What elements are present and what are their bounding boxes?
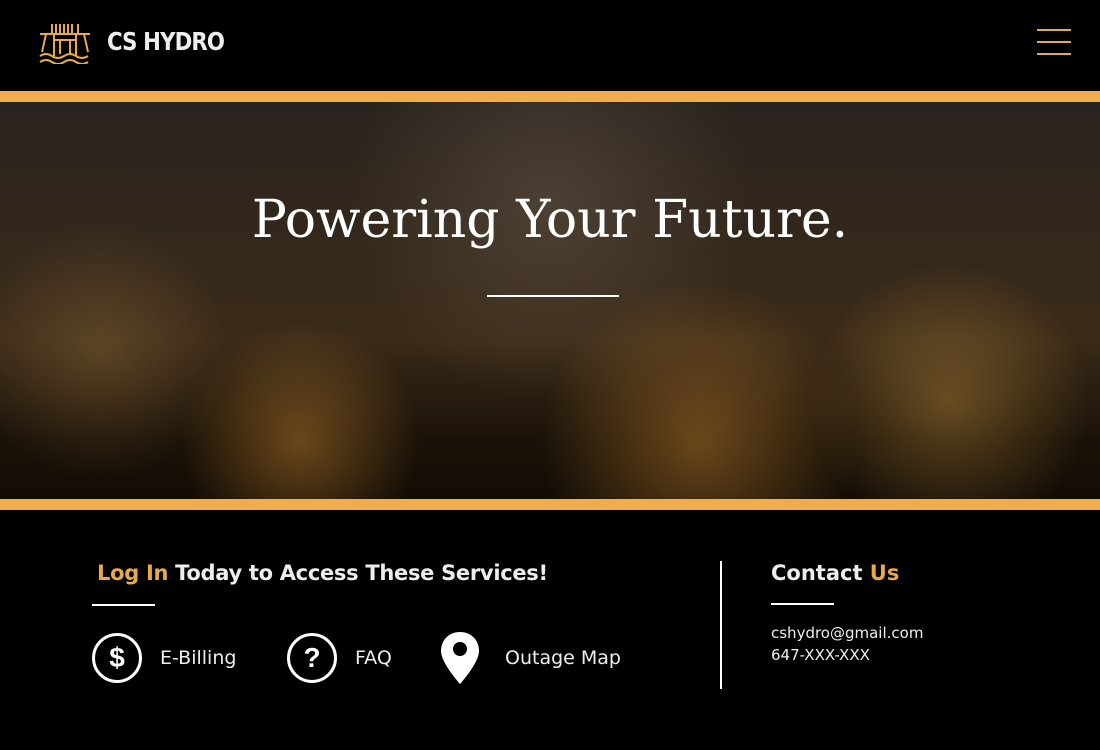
accent-bar-top <box>0 91 1100 102</box>
question-icon: ? <box>287 633 337 683</box>
service-outage-map[interactable]: Outage Map <box>441 632 621 684</box>
hero-banner: Powering Your Future. <box>0 102 1100 499</box>
contact-underline <box>771 603 834 605</box>
login-link[interactable]: Log In <box>97 561 168 585</box>
accent-bar-bottom <box>0 499 1100 510</box>
contact-phone[interactable]: 647-XXX-XXX <box>771 646 870 664</box>
brand-name[interactable]: CS HYDRO <box>107 27 225 56</box>
services-heading: Log In Today to Access These Services! <box>97 561 548 585</box>
map-pin-icon <box>441 632 479 684</box>
dam-logo-icon[interactable] <box>38 20 92 64</box>
header: CS HYDRO <box>0 0 1100 91</box>
dollar-icon: $ <box>92 633 142 683</box>
section-divider <box>720 561 722 689</box>
service-e-billing[interactable]: $ E-Billing <box>92 632 236 684</box>
hero-title: Powering Your Future. <box>251 190 849 250</box>
service-faq[interactable]: ? FAQ <box>287 632 392 684</box>
contact-email[interactable]: cshydro@gmail.com <box>771 624 923 642</box>
services-underline <box>92 604 155 606</box>
contact-heading: Contact Us <box>771 561 900 585</box>
hamburger-icon[interactable] <box>1037 29 1071 55</box>
hero-divider <box>487 295 619 297</box>
